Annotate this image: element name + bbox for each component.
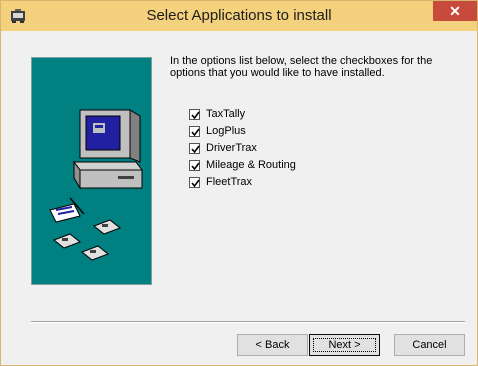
option-label: LogPlus [206,125,246,137]
option-label: FleetTrax [206,176,253,188]
checkbox-taxtally[interactable] [189,109,200,120]
back-button-label: < Back [255,339,290,351]
instruction-text: In the options list below, select the ch… [170,55,433,79]
cancel-button-label: Cancel [412,339,447,351]
next-button-label: Next > [328,339,361,351]
option-label: DriverTrax [206,142,257,154]
separator-line [31,321,465,323]
checkbox-mileage-routing[interactable] [189,160,200,171]
option-label: Mileage & Routing [206,159,296,171]
title-bar: Select Applications to install ✕ [1,1,477,31]
option-label: TaxTally [206,108,246,120]
installer-window: Select Applications to install ✕ In the … [0,0,478,366]
next-button[interactable]: Next > [309,334,380,356]
window-title: Select Applications to install [146,7,332,24]
computer-with-disks-illustration [31,57,152,285]
close-icon[interactable]: ✕ [433,1,477,21]
back-button[interactable]: < Back [237,334,308,356]
dialog-body: In the options list below, select the ch… [8,31,470,359]
cancel-button[interactable]: Cancel [394,334,465,356]
checkbox-logplus[interactable] [189,126,200,137]
checkbox-drivertrax[interactable] [189,143,200,154]
checkbox-fleettrax[interactable] [189,177,200,188]
